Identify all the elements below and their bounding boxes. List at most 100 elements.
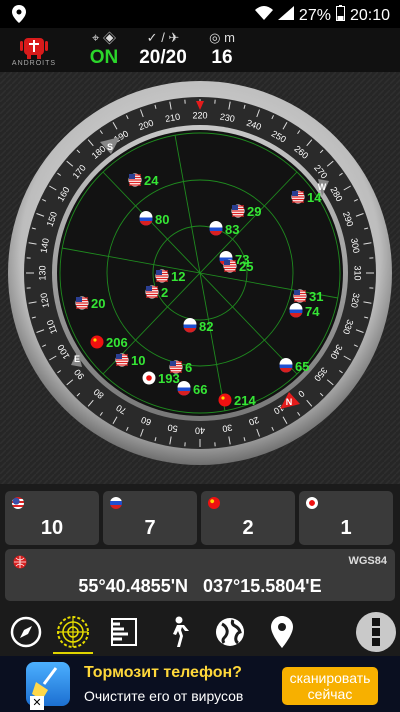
satellite-marker: 83 [209, 221, 239, 237]
map-pin-icon[interactable] [262, 612, 302, 652]
count-card-china[interactable]: 2 [201, 491, 295, 545]
satellite-id: 25 [239, 259, 253, 274]
satellite-id: 206 [106, 335, 128, 350]
satellite-id: 82 [199, 319, 213, 334]
count-russia: 7 [144, 517, 156, 539]
ad-close-button[interactable]: ✕ [30, 696, 44, 710]
logo-text: ANDROITS [11, 60, 57, 67]
ad-scan-line2: сейчас [307, 686, 353, 702]
app-header: ANDROITS ⌖ ◈ ON ✓ / ✈ 20/20 ◎ m 16 [0, 28, 400, 72]
satellite-count-value: 20/20 [139, 47, 187, 68]
constellation-counts: 10 7 2 1 [0, 491, 400, 546]
satellite-marker: 24 [128, 173, 159, 188]
signal-bars-icon[interactable] [104, 612, 144, 652]
count-japan: 1 [340, 517, 352, 539]
satellite-id: 80 [155, 212, 169, 227]
satellite-id: 10 [131, 353, 145, 368]
satellite-id: 12 [171, 269, 185, 284]
location-icon [12, 5, 26, 28]
dial-label: 310 [353, 265, 363, 280]
compass-icon[interactable] [6, 612, 46, 652]
app-logo: ANDROITS [10, 32, 58, 70]
satellite-marker: 65 [279, 358, 309, 374]
satellite-marker: 214 [218, 393, 256, 408]
count-card-russia[interactable]: 7 [103, 491, 197, 545]
svg-text:N: N [286, 397, 293, 407]
sky-view-panel: 0 10 20 30 40 50 60 70 80 90 100 110 120 130 140 150 160… [0, 72, 400, 484]
satellite-id: 20 [91, 296, 105, 311]
flag-us-icon [12, 497, 24, 509]
satellite-id: 31 [309, 289, 323, 304]
gps-sat-icon: ◈ [102, 30, 116, 45]
datum-label: WGS84 [348, 555, 387, 567]
dial-label: 50 [167, 422, 179, 434]
satellite-marker: 80 [139, 211, 169, 227]
signal-icon [277, 6, 294, 25]
satellite-marker: 29 [231, 204, 261, 219]
accuracy-unit: m [224, 30, 235, 45]
satellite-marker: 10 [115, 353, 145, 368]
ad-subtitle: Очистите его от вирусов [84, 688, 244, 704]
satellite-icon: ✈ [168, 30, 180, 45]
satellite-marker: 66 [177, 381, 207, 397]
count-usa: 10 [40, 517, 64, 539]
gps-status: ⌖ ◈ ON [84, 30, 124, 70]
ad-scan-line1: сканировать [289, 670, 371, 686]
sky-view[interactable]: 0102030405060708090100110120130140150160… [0, 72, 400, 484]
flag-cn-icon [208, 497, 220, 509]
satellite-marker: 206 [90, 335, 128, 350]
satellite-marker: 12 [155, 269, 185, 284]
globe-icon[interactable] [210, 612, 250, 652]
satellite-id: 214 [234, 393, 256, 408]
satellite-id: 6 [185, 360, 192, 375]
ad-banner[interactable]: ✕ Тормозит телефон? Очистите его от виру… [0, 656, 400, 712]
coordinates-panel[interactable]: WGS84 55°40.4855'N 037°15.5804'E [5, 549, 395, 601]
flag-ru-icon [110, 497, 122, 509]
accuracy-icon: ◎ [209, 30, 221, 45]
satellite-id: 29 [247, 204, 261, 219]
battery-percent: 27% [298, 6, 331, 24]
coordinates-value: 55°40.4855'N 037°15.5804'E [78, 576, 322, 596]
status-bar: 27% 20:10 [0, 0, 400, 28]
satellite-marker: 82 [183, 318, 213, 334]
gps-status-value: ON [89, 47, 119, 68]
gps-target-icon: ⌖ [92, 30, 100, 45]
dial-label: 130 [37, 265, 47, 280]
satellite-marker: 20 [75, 296, 105, 311]
check-icon: ✓ [146, 30, 158, 45]
ad-title: Тормозит телефон? [84, 664, 242, 681]
walking-icon[interactable] [158, 612, 198, 652]
satellite-id: 74 [305, 304, 320, 319]
bottom-toolbar [0, 608, 400, 654]
wifi-icon [254, 6, 273, 25]
accuracy-value: 16 [211, 47, 233, 68]
count-china: 2 [242, 517, 254, 539]
satellite-id: 14 [307, 190, 322, 205]
count-card-japan[interactable]: 1 [299, 491, 393, 545]
radar-icon[interactable] [53, 612, 93, 654]
accuracy: ◎ m 16 [200, 30, 244, 70]
satellite-id: 66 [193, 382, 207, 397]
satellite-marker: 25 [223, 259, 253, 274]
flag-jp-icon [306, 497, 318, 509]
satellite-id: 2 [161, 285, 168, 300]
satellite-marker: 14 [291, 190, 322, 205]
satellite-id: 65 [295, 359, 309, 374]
dial-label: 40 [195, 426, 205, 436]
count-card-usa[interactable]: 10 [5, 491, 99, 545]
clock: 20:10 [349, 6, 390, 24]
svg-text:E: E [74, 354, 80, 364]
menu-icon[interactable] [356, 612, 396, 652]
battery-icon [335, 5, 345, 26]
satellite-id: 83 [225, 222, 239, 237]
globe-icon [13, 555, 27, 574]
satellite-count: ✓ / ✈ 20/20 [130, 30, 196, 70]
ad-scan-button[interactable]: сканировать сейчас [282, 667, 378, 705]
svg-text:S: S [107, 142, 113, 152]
satellite-marker: 193 [142, 371, 180, 386]
dial-label: 220 [192, 110, 207, 120]
dial-label: 30 [222, 422, 234, 434]
satellite-id: 193 [158, 371, 180, 386]
satellite-marker: 74 [289, 303, 320, 319]
satellite-marker: 31 [293, 289, 323, 304]
